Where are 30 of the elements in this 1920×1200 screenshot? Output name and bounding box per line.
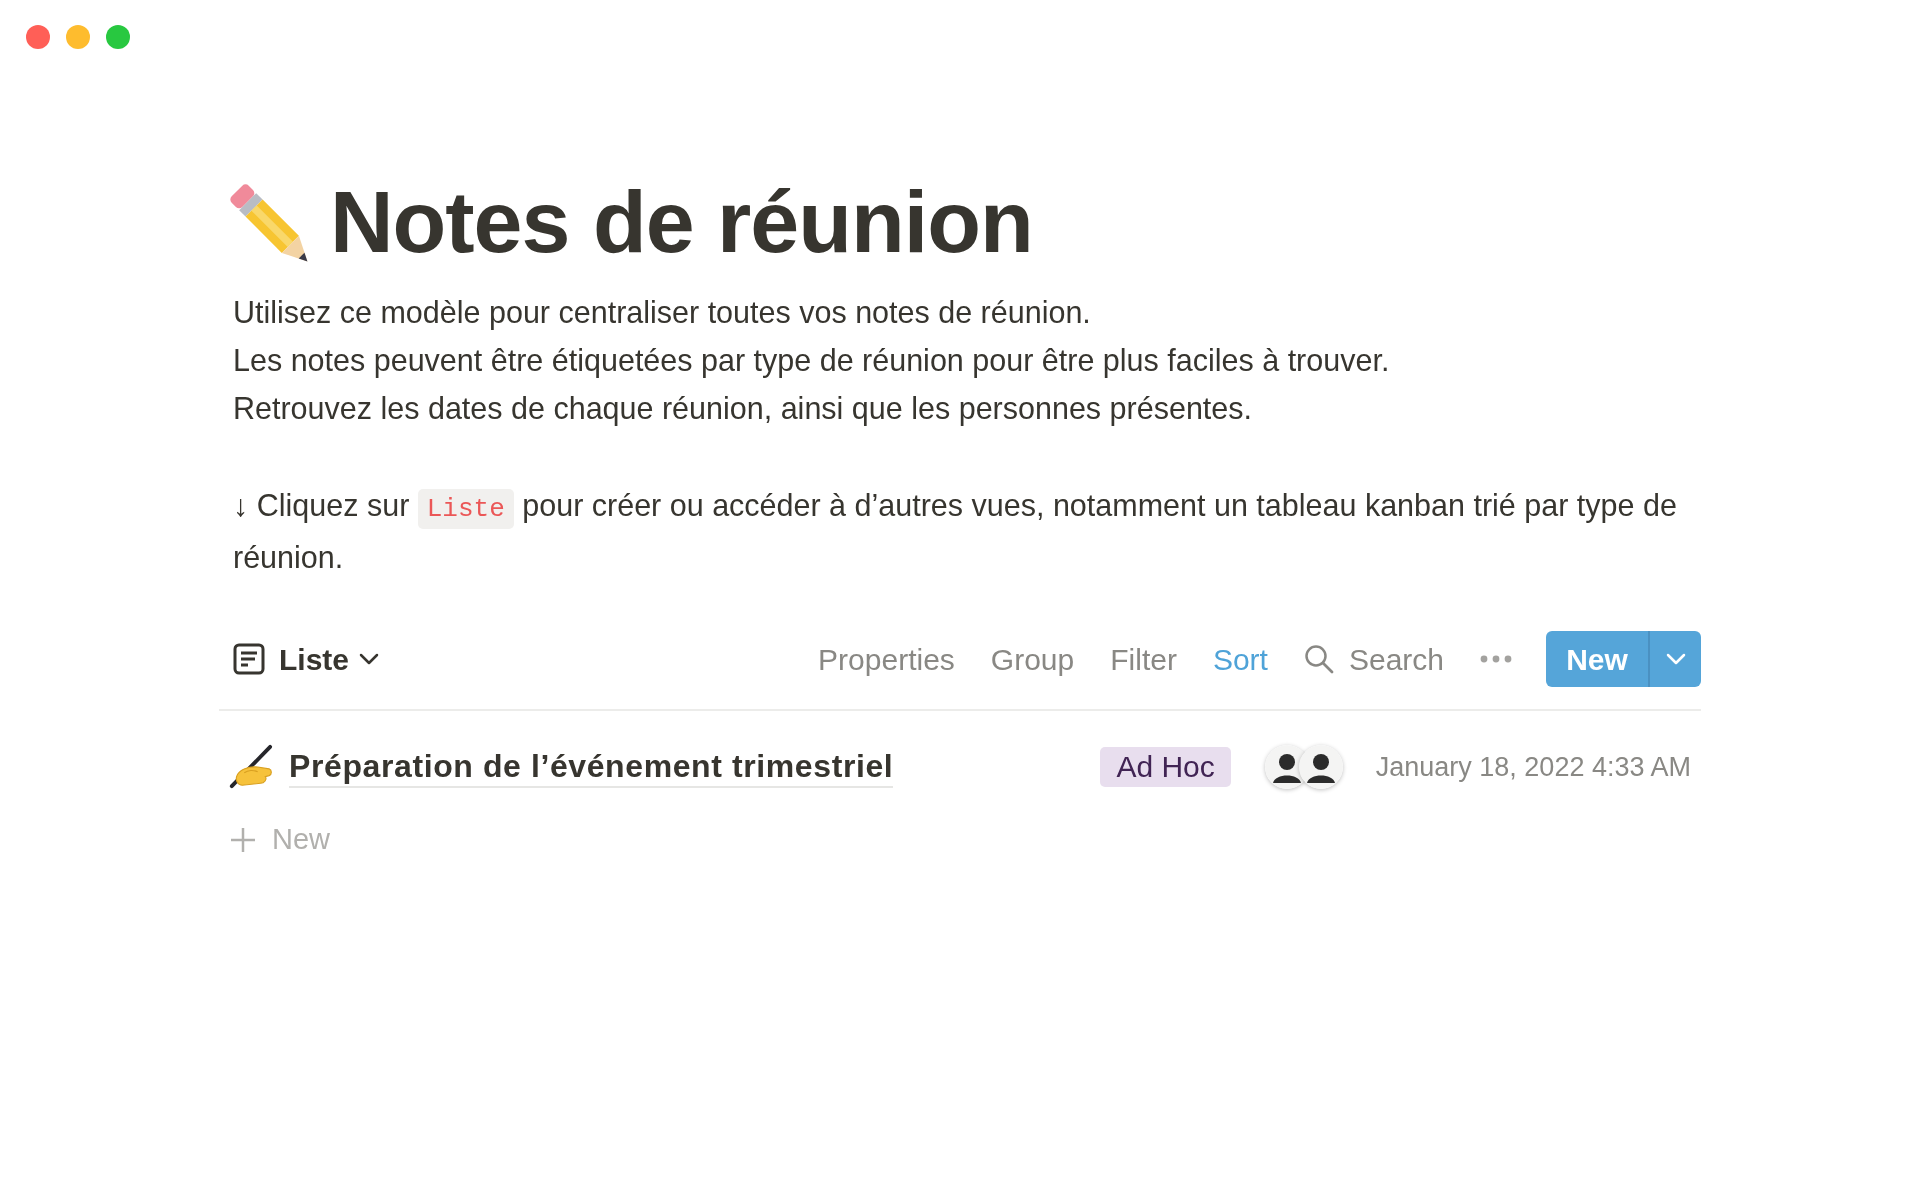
toolbar-button[interactable]: Properties	[818, 636, 955, 682]
list-view-icon	[233, 643, 265, 675]
plus-icon	[230, 827, 256, 853]
toolbar-button[interactable]: Filter	[1110, 636, 1177, 682]
toolbar-button[interactable]: Group	[990, 636, 1075, 682]
description-line: Retrouvez les dates de chaque réunion, ainsi que les personnes présentes.	[233, 390, 1253, 428]
hint-paragraph: ↓ Cliquez sur Liste pour créer ou accéder à d’autres vues, notamment un tableau kanban trié par type de réunion.	[233, 487, 1678, 576]
more-icon	[1480, 655, 1512, 663]
close-button[interactable]	[26, 25, 50, 49]
search-icon	[1303, 644, 1334, 674]
avatar-icon	[1298, 745, 1343, 789]
description-line: Utilisez ce modèle pour centraliser toutes vos notes de réunion.	[233, 294, 1092, 332]
minimize-button[interactable]	[66, 25, 90, 49]
inline-code: Liste	[417, 489, 514, 529]
new-dropdown-button[interactable]	[1648, 631, 1701, 687]
new-button[interactable]: New	[1546, 631, 1648, 687]
tag: Ad Hoc	[1100, 747, 1231, 787]
zoom-button[interactable]	[106, 25, 130, 49]
chevron-down-icon	[359, 653, 380, 665]
search-button[interactable]: Search	[1303, 636, 1444, 682]
description-line: Les notes peuvent être étiquetées par type de réunion pour être plus faciles à trouver.	[233, 342, 1391, 380]
page-title: Notes de réunion	[330, 171, 1033, 273]
view-selector[interactable]: Liste	[233, 631, 380, 687]
writing-hand-icon	[227, 744, 273, 790]
chevron-down-icon	[1665, 653, 1686, 665]
page-link[interactable]: Préparation de l’événement trimestriel	[289, 746, 894, 788]
add-row-button[interactable]: New	[230, 815, 330, 865]
date-cell-text: January 18, 2022 4:33 AM	[1375, 750, 1691, 784]
toolbar-button[interactable]: Sort	[1212, 636, 1268, 682]
pencil-icon	[228, 182, 308, 262]
